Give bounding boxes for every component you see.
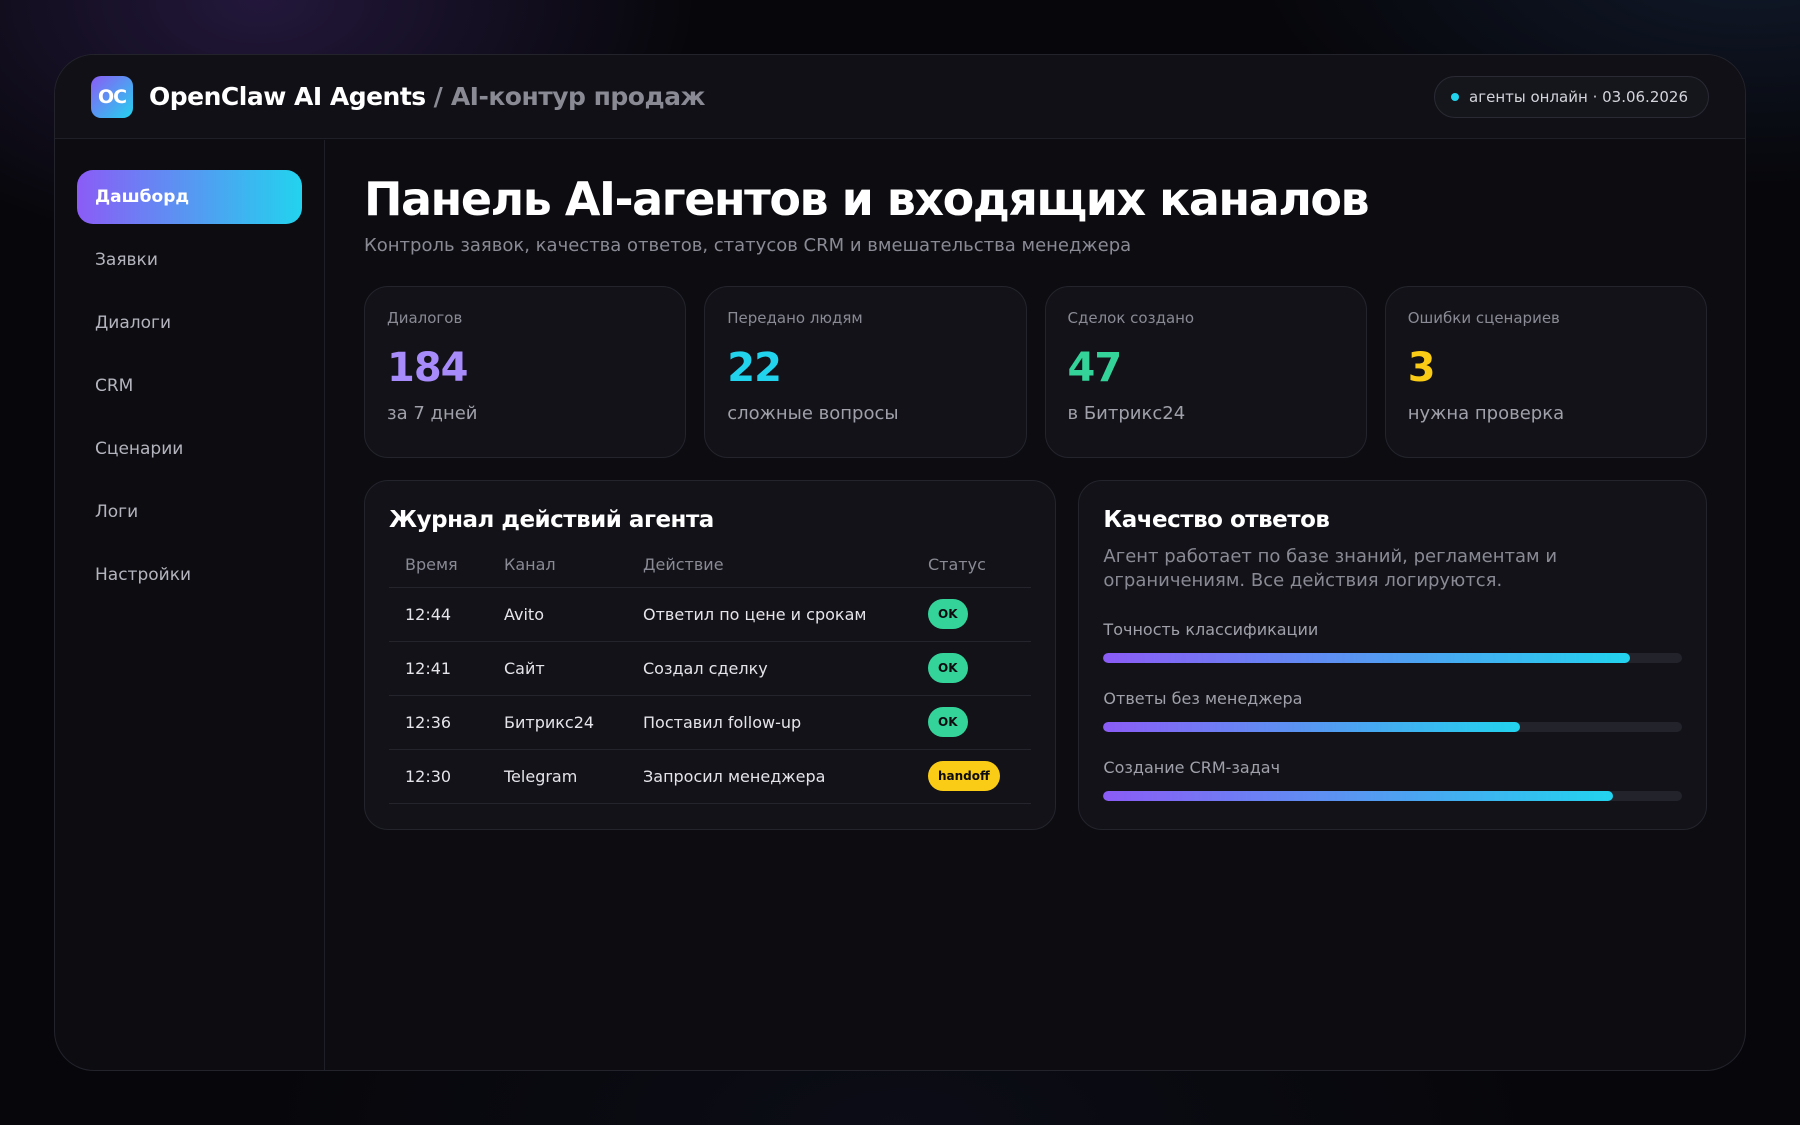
cell-action: Поставил follow-up: [627, 695, 912, 750]
cell-status: OK: [912, 587, 1032, 642]
app-window: OC OpenClaw AI Agents / AI-контур продаж…: [54, 54, 1746, 1071]
stat-card-deals: Сделок создано 47 в Битрикс24: [1044, 286, 1367, 459]
column-header-status[interactable]: Статус: [912, 543, 1032, 588]
panel-title: Журнал действий агента: [389, 507, 714, 534]
cell-status: OK: [912, 641, 1032, 696]
stat-card-dialogs: Диалогов 184 за 7 дней: [364, 286, 687, 459]
status-badge: агенты онлайн · 03.06.2026: [1434, 75, 1709, 118]
stat-note: нужна проверка: [1407, 403, 1565, 425]
app-logo[interactable]: OC: [91, 75, 133, 118]
metric-label: Ответы без менеджера: [1103, 688, 1303, 708]
log-table: Время Канал Действие Статус 12:44 Avito …: [389, 543, 1032, 804]
brand-name: OpenClaw AI Agents: [149, 82, 426, 111]
sidebar-item-dashboard[interactable]: Дашборд: [77, 170, 302, 224]
progress-fill: [1103, 790, 1613, 801]
quality-description: Агент работает по базе знаний, регламент…: [1103, 546, 1558, 592]
metric-label: Точность классификации: [1103, 619, 1319, 639]
metric-label: Создание CRM-задач: [1103, 757, 1281, 777]
stat-value: 184: [387, 345, 469, 392]
progress-track: [1103, 790, 1682, 801]
sidebar-item-logs[interactable]: Логи: [77, 485, 302, 539]
status-badge-ok: OK: [928, 653, 968, 684]
stats-row: Диалогов 184 за 7 дней Передано людям 22…: [364, 286, 1707, 459]
column-header-channel[interactable]: Канал: [488, 543, 627, 588]
column-header-time[interactable]: Время: [389, 543, 488, 588]
progress-fill: [1103, 652, 1630, 663]
stat-note: за 7 дней: [387, 403, 478, 425]
cell-action: Создал сделку: [627, 641, 912, 696]
breadcrumb-section: AI-контур продаж: [450, 82, 706, 111]
status-text: агенты онлайн · 03.06.2026: [1469, 87, 1688, 106]
page-title: Панель AI-агентов и входящих каналов: [364, 172, 1370, 226]
status-badge-ok: OK: [928, 707, 968, 738]
stat-note: в Битрикс24: [1067, 403, 1186, 425]
cell-action: Запросил менеджера: [627, 749, 912, 804]
sidebar-item-dialogs[interactable]: Диалоги: [77, 296, 302, 350]
sidebar-item-scenarios[interactable]: Сценарии: [77, 422, 302, 476]
stat-label: Сделок создано: [1067, 309, 1195, 328]
top-bar: OC OpenClaw AI Agents / AI-контур продаж…: [55, 55, 1745, 139]
cell-time: 12:36: [389, 695, 488, 750]
panel-title: Качество ответов: [1103, 507, 1330, 534]
sidebar-item-settings[interactable]: Настройки: [77, 548, 302, 602]
cell-time: 12:41: [389, 641, 488, 696]
cell-action: Ответил по цене и срокам: [627, 587, 912, 642]
cell-status: handoff: [912, 749, 1032, 804]
status-badge-handoff: handoff: [928, 761, 1000, 792]
stat-label: Диалогов: [387, 309, 463, 328]
cell-channel: Битрикс24: [488, 695, 627, 750]
cell-status: OK: [912, 695, 1032, 750]
metric-crm-tasks: Создание CRM-задач: [1103, 758, 1682, 801]
table-row[interactable]: 12:30 Telegram Запросил менеджера handof…: [389, 749, 1032, 804]
table-row[interactable]: 12:36 Битрикс24 Поставил follow-up OK: [389, 695, 1032, 750]
progress-track: [1103, 721, 1682, 732]
logo-text: OC: [97, 85, 127, 108]
table-row[interactable]: 12:44 Avito Ответил по цене и срокам OK: [389, 587, 1032, 642]
stat-card-errors: Ошибки сценариев 3 нужна проверка: [1384, 286, 1707, 459]
sidebar: Дашборд Заявки Диалоги CRM Сценарии Логи…: [55, 140, 325, 1070]
stat-card-handed-over: Передано людям 22 сложные вопросы: [704, 286, 1027, 459]
agent-log-panel: Журнал действий агента Время Канал Дейст…: [364, 480, 1057, 831]
cell-channel: Avito: [488, 587, 627, 642]
progress-track: [1103, 652, 1682, 663]
sidebar-item-label: Логи: [95, 502, 139, 522]
sidebar-item-label: CRM: [95, 376, 134, 396]
cell-time: 12:44: [389, 587, 488, 642]
main-content: Панель AI-агентов и входящих каналов Кон…: [326, 140, 1745, 1070]
sidebar-item-label: Дашборд: [95, 187, 190, 207]
metric-classification-accuracy: Точность классификации: [1103, 620, 1682, 663]
stat-value: 3: [1407, 345, 1436, 392]
column-header-action[interactable]: Действие: [627, 543, 912, 588]
stat-note: сложные вопросы: [727, 403, 899, 425]
sidebar-item-label: Сценарии: [95, 439, 184, 459]
cell-time: 12:30: [389, 749, 488, 804]
page-subtitle: Контроль заявок, качества ответов, стату…: [364, 235, 1132, 257]
progress-fill: [1103, 721, 1520, 732]
stat-value: 22: [727, 345, 782, 392]
sidebar-item-crm[interactable]: CRM: [77, 359, 302, 413]
table-header-row: Время Канал Действие Статус: [389, 543, 1032, 588]
table-row[interactable]: 12:41 Сайт Создал сделку OK: [389, 641, 1032, 696]
cell-channel: Telegram: [488, 749, 627, 804]
cell-channel: Сайт: [488, 641, 627, 696]
status-badge-ok: OK: [928, 599, 968, 630]
quality-panel: Качество ответов Агент работает по базе …: [1078, 480, 1707, 831]
sidebar-item-label: Диалоги: [95, 313, 171, 333]
panels-row: Журнал действий агента Время Канал Дейст…: [364, 480, 1707, 831]
stat-label: Передано людям: [727, 309, 863, 328]
sidebar-item-requests[interactable]: Заявки: [77, 233, 302, 287]
metric-answers-without-manager: Ответы без менеджера: [1103, 689, 1682, 732]
stat-label: Ошибки сценариев: [1407, 309, 1560, 328]
online-dot-icon: [1451, 92, 1460, 101]
breadcrumb-separator: /: [433, 82, 443, 111]
stat-value: 47: [1067, 345, 1123, 392]
sidebar-item-label: Настройки: [95, 565, 192, 585]
sidebar-item-label: Заявки: [95, 250, 158, 270]
